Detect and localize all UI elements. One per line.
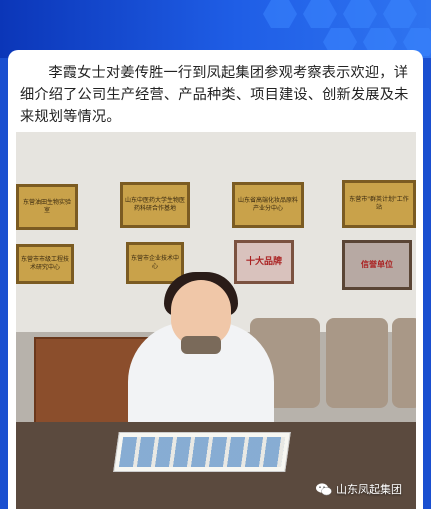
photo-watermark: 山东凤起集团 bbox=[316, 481, 402, 497]
plaque-engineering: 东营市市级工程技术研究中心 bbox=[16, 244, 74, 284]
plaque-cosmetics: 山东省高端化妆品原料产业分中心 bbox=[232, 182, 304, 228]
article-card: 李霞女士对姜传胜一行到凤起集团参观考察表示欢迎，详细介绍了公司生产经营、产品种类… bbox=[8, 50, 423, 509]
plaque-lab: 东营油田生物实验室 bbox=[16, 184, 78, 230]
plaque-credit: 信誉单位 bbox=[342, 240, 412, 290]
presenter-scarf bbox=[181, 336, 221, 354]
article-photo: 东营油田生物实验室 山东中医药大学生物医药科研合作基地 山东省高端化妆品原料产业… bbox=[16, 132, 416, 509]
watermark-label: 山东凤起集团 bbox=[336, 483, 402, 496]
plaque-top-brand: 十大品牌 bbox=[234, 240, 294, 284]
plaque-workstation: 东营市"群英计划"工作站 bbox=[342, 180, 416, 228]
wechat-icon bbox=[316, 482, 332, 495]
plaque-university: 山东中医药大学生物医药科研合作基地 bbox=[120, 182, 190, 228]
brochure bbox=[113, 432, 291, 472]
chair bbox=[392, 318, 416, 408]
brochure-pages bbox=[118, 437, 286, 467]
article-paragraph: 李霞女士对姜传胜一行到凤起集团参观考察表示欢迎，详细介绍了公司生产经营、产品种类… bbox=[20, 65, 409, 125]
chair bbox=[326, 318, 388, 408]
